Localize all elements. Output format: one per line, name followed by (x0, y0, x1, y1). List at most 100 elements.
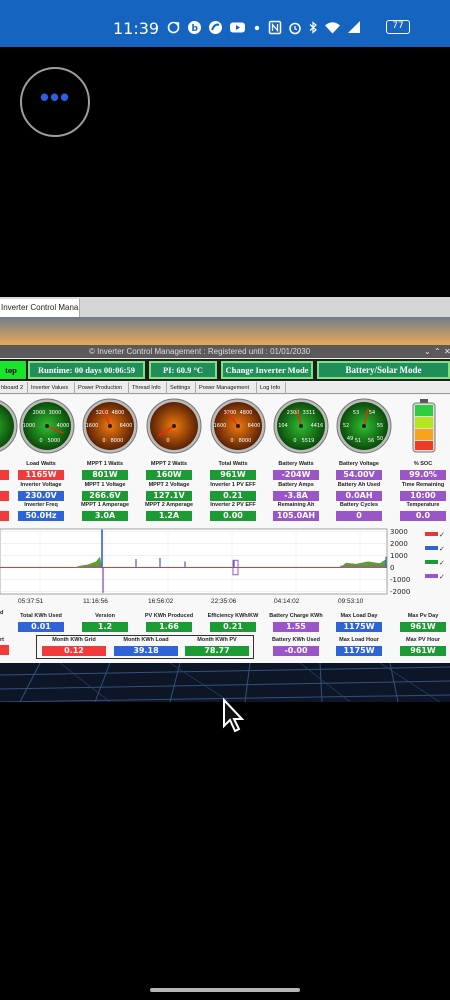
metric-label: Total Watts (218, 461, 248, 467)
gauge-hub (45, 424, 49, 428)
legend-check-icon[interactable]: ✓ (439, 531, 445, 539)
tab-settings[interactable]: Settings (168, 382, 196, 394)
metric-value: 0.21 (210, 491, 256, 501)
legend-swatch[interactable] (425, 574, 438, 578)
maximize-chevron-icon[interactable]: ⌃ (434, 345, 441, 358)
tab-inverter-values[interactable]: Inverter Values (29, 382, 75, 394)
tab-power-management[interactable]: Power Management (197, 382, 257, 394)
control-buttons: top Runtime: 00 days 00:06:59 PI: 60.9 °… (0, 359, 450, 381)
more-icon: ••• (39, 81, 71, 112)
legend-swatch[interactable] (425, 560, 438, 564)
stat-value: 1.55 (273, 622, 319, 632)
metric-label: MPPT 1 Amperage (80, 502, 130, 508)
tab-power-production[interactable]: Power Production (76, 382, 129, 394)
metric-label: Time Remaining (401, 482, 445, 488)
metric-value: 1.2A (146, 511, 192, 521)
metric-label: MPPT 1 Voltage (84, 482, 126, 488)
stat-label: Max Load Hour (339, 637, 379, 643)
stat-label: Month KWh Load (123, 637, 169, 643)
battery-solar-mode-button[interactable]: Battery/Solar Mode (317, 361, 450, 379)
metric-value: 99.0% (400, 470, 446, 480)
stat-label: Battery Charge KWh (269, 613, 323, 619)
close-icon[interactable]: ✕ (444, 345, 450, 358)
gauge-load-watts: 2000 3000 1000 4000 0 5000 (19, 398, 75, 454)
gauge-tick-label: 2000 (33, 410, 46, 416)
gauge-tick-label: 52 (343, 423, 349, 429)
metric-label: Load Watts (26, 461, 56, 467)
gauge-hub (299, 424, 303, 428)
change-inverter-mode-button[interactable]: Change Inverter Mode (221, 361, 313, 379)
pi-temperature-display: PI: 60.9 °C (149, 361, 217, 379)
gauge-tick-label: 0 (39, 438, 42, 444)
floating-menu-button[interactable]: ••• (20, 67, 90, 137)
gauge-tick-label: 56 (368, 438, 374, 444)
metric-value: -204W (273, 470, 319, 480)
metric-value: -3.8A (273, 491, 319, 501)
gauge-tick-label: 3000 (49, 410, 62, 416)
metric-label: Temperature (406, 502, 440, 508)
y-tick-label: 2000 (390, 540, 408, 548)
legend-swatch[interactable] (425, 546, 438, 550)
metric-label: Inverter 2 PV EFF (210, 502, 256, 508)
gauge-tick-label: 5000 (48, 438, 61, 444)
gauge-tick-label: 0 (293, 438, 296, 444)
stat-value: 1175W (336, 622, 382, 632)
gauge-tick-label: 3311 (303, 410, 316, 416)
gauge-battery-watts: 2308 3311104 44160 5519 (273, 398, 329, 454)
gauge-tick-label: 6400 (248, 423, 261, 429)
metric-value: 10:00 (400, 491, 446, 501)
status-icons: b (166, 20, 361, 35)
mouse-cursor-icon (223, 698, 245, 733)
metric-value: 0.00 (210, 511, 256, 521)
metric-label: MPPT 2 Watts (150, 461, 188, 467)
gauge-tick-label: 49 (347, 436, 353, 442)
stat-value: 0.12 (42, 646, 106, 656)
gauge-tick-label: 53 (353, 410, 359, 416)
battery-soc-icon (412, 399, 436, 453)
stat-value: 1.2 (82, 622, 128, 632)
gauge-tick-label: 1000 (23, 423, 36, 429)
title-bar: © Inverter Control Management : Register… (0, 345, 450, 358)
y-tick-label: 3000 (390, 528, 408, 536)
x-tick-label: 04:14:02 (274, 598, 300, 605)
home-indicator[interactable] (150, 988, 300, 992)
tab-thread-info[interactable]: Thread Info (130, 382, 167, 394)
clock: 11:39 (113, 19, 160, 38)
legend-check-icon[interactable]: ✓ (439, 559, 445, 567)
tab-log-info[interactable]: Log Info (258, 382, 286, 394)
tab-dashboard-2[interactable]: hboard 2 (0, 382, 28, 394)
power-history-chart: 3000 2000 1000 0 -1000 -2000 ✓ ✓ ✓ ✓ (0, 528, 450, 608)
gauge-tick-label: 0 (230, 438, 233, 444)
gauge-tick-label: 0 (166, 438, 169, 444)
window-tab[interactable]: Inverter Control Mana... (0, 299, 80, 317)
gauge-tick-label: 8000 (239, 438, 252, 444)
gauge-tick-label: 6400 (120, 423, 133, 429)
battery-indicator: 77 (386, 20, 410, 34)
metric-label: Inverter 1 PV EFF (210, 482, 256, 488)
cut-value-box (0, 511, 9, 521)
gauge-tick-label: 54 (369, 410, 375, 416)
stat-value: 78.77 (185, 646, 249, 656)
gauge-tick-label: 55 (377, 423, 383, 429)
gauge-tick-label: 5519 (302, 438, 315, 444)
gauge-tick-label: 3200 (96, 410, 109, 416)
solar-panels-background (0, 663, 450, 702)
y-tick-label: 1000 (390, 552, 408, 560)
dashboard-panel: 2000 3000 1000 4000 0 5000 3200 4800 1600 6400 0 8… (0, 395, 450, 663)
status-bar: 11:39 b 77 (0, 0, 450, 47)
stop-button[interactable]: top (0, 361, 26, 379)
gauge-tick-label: 8000 (111, 438, 124, 444)
x-tick-label: 22:35:06 (211, 598, 237, 605)
minimize-chevron-icon[interactable]: ⌄ (424, 345, 431, 358)
x-tick-label: 05:37:51 (18, 598, 44, 605)
gauge-hub (362, 424, 366, 428)
x-tick-label: 09:53:10 (338, 598, 364, 605)
legend-check-icon[interactable]: ✓ (439, 545, 445, 553)
metric-value: 1165W (18, 470, 64, 480)
legend-swatch[interactable] (425, 532, 438, 536)
legend-check-icon[interactable]: ✓ (439, 573, 445, 581)
metric-label: Battery Voltage (339, 461, 379, 467)
stat-label: Version (95, 613, 115, 619)
stat-label: Month KWh Grid (52, 637, 96, 643)
metric-label: MPPT 2 Voltage (148, 482, 190, 488)
